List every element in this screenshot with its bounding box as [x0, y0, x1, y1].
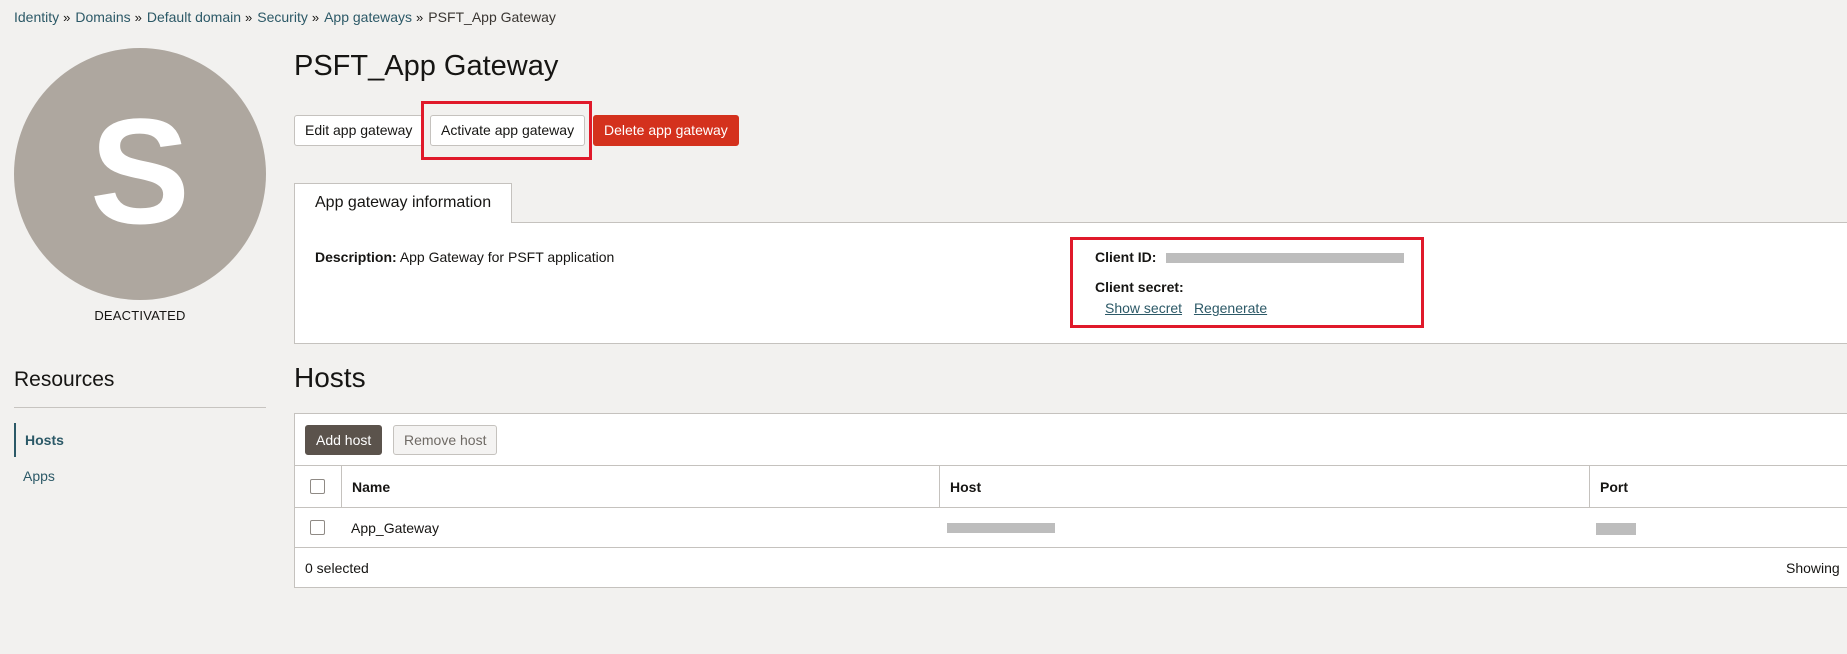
row-checkbox[interactable] [310, 520, 325, 535]
avatar-letter: S [89, 87, 191, 255]
table-row[interactable]: App_Gateway [295, 508, 1847, 548]
showing-count: Showing [1786, 560, 1840, 576]
highlight-box-activate [421, 101, 592, 160]
column-header-host[interactable]: Host [950, 466, 981, 508]
add-host-button[interactable]: Add host [305, 425, 383, 455]
breadcrumb-separator: » [63, 9, 71, 25]
resources-title: Resources [14, 368, 115, 391]
column-divider [341, 466, 342, 507]
resources-item-hosts[interactable]: Hosts [14, 423, 266, 457]
description-label: Description: [315, 249, 397, 265]
breadcrumb-domains[interactable]: Domains [75, 9, 130, 25]
breadcrumb: Identity » Domains » Default domain » Se… [14, 9, 556, 25]
select-all-checkbox[interactable] [310, 479, 325, 494]
column-header-port[interactable]: Port [1600, 466, 1628, 508]
description-field: Description: App Gateway for PSFT applic… [315, 249, 614, 265]
tab-app-gateway-information[interactable]: App gateway information [294, 183, 512, 223]
breadcrumb-separator: » [245, 9, 253, 25]
avatar: S [14, 48, 266, 300]
breadcrumb-security[interactable]: Security [257, 9, 308, 25]
breadcrumb-separator: » [134, 9, 142, 25]
breadcrumb-app-gateways[interactable]: App gateways [324, 9, 412, 25]
row-name-cell: App_Gateway [351, 520, 439, 536]
breadcrumb-current: PSFT_App Gateway [428, 9, 556, 25]
description-value: App Gateway for PSFT application [399, 249, 615, 265]
column-divider [939, 466, 940, 507]
hosts-table-panel: Add host Remove host Name Host Port App_… [294, 413, 1847, 588]
hosts-title: Hosts [294, 362, 366, 393]
edit-app-gateway-button[interactable]: Edit app gateway [294, 115, 424, 146]
breadcrumb-separator: » [416, 9, 424, 25]
selected-count: 0 selected [305, 560, 369, 576]
hosts-table-header: Name Host Port [295, 466, 1847, 508]
hosts-table-footer: 0 selected Showing [295, 548, 1847, 588]
column-divider [1589, 466, 1590, 507]
app-gateway-page: Identity » Domains » Default domain » Se… [0, 0, 1847, 654]
row-host-redacted-value [947, 523, 1055, 533]
resources-divider [14, 407, 266, 408]
breadcrumb-default-domain[interactable]: Default domain [147, 9, 241, 25]
hosts-toolbar: Add host Remove host [295, 414, 1847, 466]
status-label: DEACTIVATED [94, 308, 186, 323]
page-title: PSFT_App Gateway [294, 50, 559, 82]
remove-host-button[interactable]: Remove host [393, 425, 498, 455]
column-header-name[interactable]: Name [352, 466, 390, 508]
row-port-redacted-value [1596, 523, 1636, 535]
breadcrumb-identity[interactable]: Identity [14, 9, 59, 25]
resources-item-apps[interactable]: Apps [14, 459, 266, 493]
breadcrumb-separator: » [311, 9, 320, 25]
highlight-box-client-credentials [1070, 237, 1424, 328]
delete-app-gateway-button[interactable]: Delete app gateway [593, 115, 739, 146]
